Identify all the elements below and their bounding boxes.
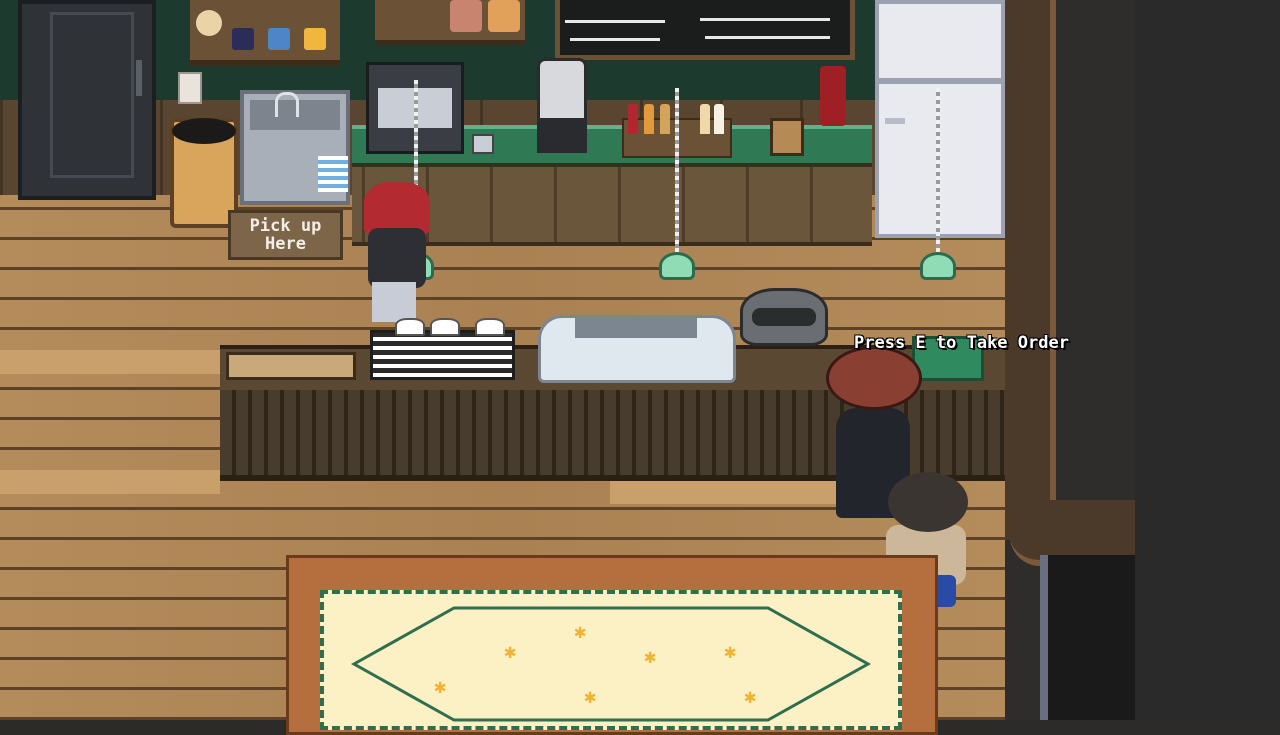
pickup-sign-line1: Pick up (249, 216, 322, 236)
floor-highlight (610, 480, 850, 504)
jar-icon (450, 0, 482, 32)
lamp-cord (936, 88, 940, 252)
jar-icon (488, 0, 520, 32)
mug-icon (304, 28, 326, 50)
player-character[interactable] (888, 472, 968, 532)
chalk-scribble (565, 20, 665, 23)
pickup-sign: Pick up Here (228, 210, 343, 260)
dish-rack (318, 156, 348, 192)
bottle-icon (714, 104, 724, 134)
faucet-icon (275, 92, 299, 117)
red-kettle (820, 66, 846, 126)
fridge-handle (885, 118, 905, 124)
pastry-case-lid (575, 316, 697, 338)
star-icon: ✱ (504, 639, 517, 663)
lamp-cord (675, 88, 679, 252)
menu-chalkboard (555, 0, 855, 60)
plant-icon (196, 10, 222, 36)
door-inset (50, 12, 134, 178)
cup-icon (472, 134, 494, 154)
raccoon-mask (752, 308, 816, 326)
pendant-lamp-icon (920, 252, 956, 280)
mug-icon (232, 28, 254, 50)
bottle-icon (644, 104, 654, 134)
cup-rack[interactable] (370, 330, 515, 380)
interaction-prompt: Press E to Take Order (854, 333, 1069, 353)
right-dark-panel (1135, 0, 1280, 720)
pickup-sign-line2: Here (265, 234, 306, 254)
back-door[interactable] (18, 0, 156, 200)
star-icon: ✱ (744, 684, 757, 708)
grinder-base (537, 118, 587, 153)
cup-icon (475, 318, 505, 336)
floor-highlight (0, 350, 220, 374)
star-icon: ✱ (724, 639, 737, 663)
cookie-jar[interactable] (770, 118, 804, 156)
cup-icon (430, 318, 460, 336)
star-icon: ✱ (644, 644, 657, 668)
door-handle[interactable] (136, 60, 142, 96)
barista-legs (372, 282, 416, 322)
rug-diamond (350, 606, 872, 722)
chalk-scribble (570, 38, 660, 41)
customer-hat (826, 346, 922, 410)
star-icon: ✱ (584, 684, 597, 708)
right-doorway[interactable] (1040, 555, 1143, 720)
star-icon: ✱ (574, 619, 587, 643)
light-switch[interactable] (178, 72, 202, 104)
chalk-scribble (700, 18, 830, 21)
back-counter-cabinets (352, 163, 872, 246)
barista-hair (364, 182, 430, 234)
bottle-icon (628, 104, 638, 134)
bottle-icon (700, 104, 710, 134)
right-wall-trim (1005, 0, 1056, 540)
rug-inner: ✱ ✱ ✱ ✱ ✱ ✱ ✱ (320, 590, 902, 730)
cup-icon (395, 318, 425, 336)
fridge-divider (878, 78, 1002, 84)
bottle-icon (660, 104, 670, 134)
trash-can-opening (172, 118, 236, 144)
barista-npc[interactable] (368, 228, 426, 288)
star-icon: ✱ (434, 674, 447, 698)
floor-highlight (0, 470, 220, 494)
chalk-scribble (705, 36, 830, 39)
counter-tray (226, 352, 356, 380)
mug-icon (268, 28, 290, 50)
pendant-lamp-icon (659, 252, 695, 280)
